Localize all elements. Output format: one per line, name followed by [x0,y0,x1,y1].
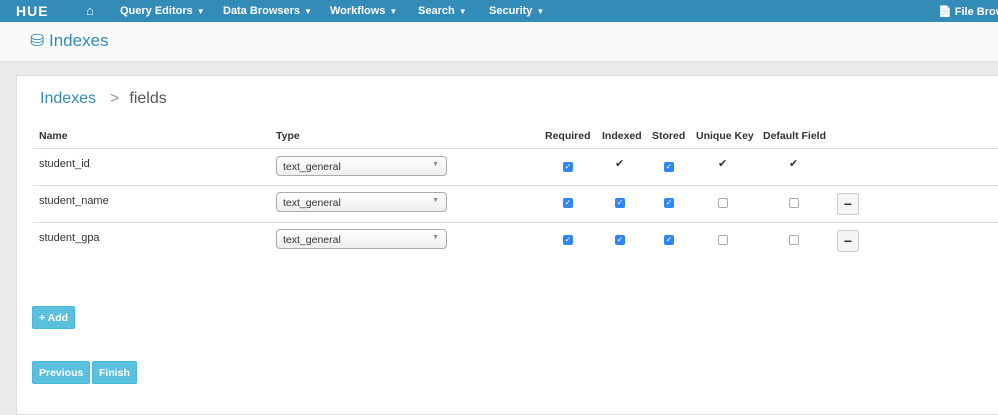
stored-checkbox[interactable]: ✓ [664,198,674,208]
caret-down-icon: ▼ [432,234,439,241]
home-icon[interactable]: ⌂ [86,3,94,18]
unique-key-checkbox[interactable] [718,235,728,245]
nav-label: Workflows [330,5,386,17]
nav-query-editors[interactable]: Query Editors ▼ [120,5,205,17]
database-icon: ⛁ [30,31,45,50]
divider [33,185,998,186]
indexed-checkbox[interactable]: ✓ [615,198,625,208]
type-select[interactable]: text_general ▼ [276,192,447,212]
nav-search[interactable]: Search ▼ [418,5,467,17]
default-field-checkbox[interactable] [789,198,799,208]
nav-label: File Brows [954,6,998,18]
nav-data-browsers[interactable]: Data Browsers ▼ [223,5,312,17]
finish-button[interactable]: Finish [92,361,137,384]
breadcrumb: Indexes > fields [40,90,167,108]
caret-down-icon: ▼ [432,197,439,204]
header-required: Required [545,130,591,142]
nav-label: Security [489,5,533,17]
unique-key-checkbox[interactable] [718,198,728,208]
header-indexed: Indexed [602,130,642,142]
type-select-value: text_general [283,161,341,173]
page-title: ⛁ Indexes [30,31,109,51]
header-stored: Stored [652,130,686,142]
nav-label: Query Editors [120,5,193,17]
nav-file-browser[interactable]: 📄 File Brows [938,5,998,18]
header-unique-key: Unique Key [696,130,754,142]
nav-security[interactable]: Security ▼ [489,5,544,17]
breadcrumb-indexes-link[interactable]: Indexes [40,90,96,107]
chevron-down-icon: ▼ [458,7,467,16]
required-checkbox[interactable]: ✓ [563,198,573,208]
nav-label: Search [418,5,455,17]
breadcrumb-separator: > [110,90,120,107]
field-name: student_id [39,158,90,170]
page-title-text: Indexes [48,31,109,50]
file-icon: 📄 [938,6,952,18]
divider [33,222,998,223]
chevron-down-icon: ▼ [304,7,312,16]
chevron-down-icon: ▼ [536,7,545,16]
top-nav: HUE ⌂ Query Editors ▼ Data Browsers ▼ Work… [0,0,998,22]
type-select-value: text_general [283,234,341,246]
hue-logo[interactable]: HUE [16,3,49,19]
type-select[interactable]: text_general ▼ [276,229,447,249]
remove-field-button[interactable]: − [837,230,859,252]
field-name: student_gpa [39,232,100,244]
indexed-check-icon: ✔ [615,158,625,170]
header-default-field: Default Field [763,130,827,142]
type-select[interactable]: text_general ▼ [276,156,447,176]
required-checkbox[interactable]: ✓ [563,235,573,245]
chevron-down-icon: ▼ [389,7,398,16]
chevron-down-icon: ▼ [196,7,205,16]
caret-down-icon: ▼ [432,161,439,168]
nav-label: Data Browsers [223,5,301,17]
indexed-checkbox[interactable]: ✓ [615,235,625,245]
default-field-checkbox[interactable] [789,235,799,245]
stored-checkbox[interactable]: ✓ [664,162,674,172]
required-checkbox[interactable]: ✓ [563,162,573,172]
field-name: student_name [39,195,109,207]
fields-card: Indexes > fields Name Type Required Indexe… [16,75,998,415]
divider [33,148,998,149]
page-header: ⛁ Indexes [0,22,998,62]
breadcrumb-current: fields [129,90,167,107]
header-name: Name [39,130,68,142]
remove-field-button[interactable]: − [837,193,859,215]
unique-key-check-icon: ✔ [718,158,728,170]
type-select-value: text_general [283,197,341,209]
default-field-check-icon: ✔ [789,158,799,170]
stored-checkbox[interactable]: ✓ [664,235,674,245]
previous-button[interactable]: Previous [32,361,91,384]
add-field-button[interactable]: + Add [32,306,76,329]
nav-workflows[interactable]: Workflows ▼ [330,5,397,17]
header-type: Type [276,130,300,142]
